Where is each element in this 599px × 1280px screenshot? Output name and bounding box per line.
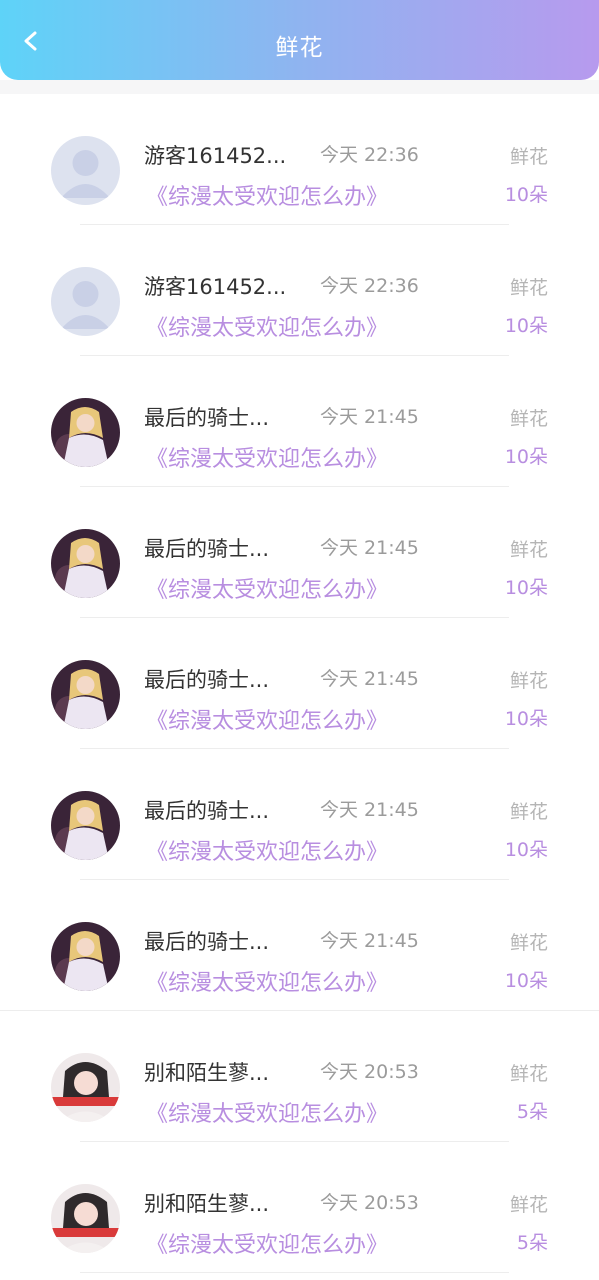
- book-title[interactable]: 《综漫太受欢迎怎么办》: [146, 179, 388, 211]
- user-name: 最后的骑士...: [144, 668, 270, 692]
- avatar[interactable]: [51, 922, 120, 991]
- book-title[interactable]: 《综漫太受欢迎怎么办》: [146, 572, 388, 604]
- list-item[interactable]: 别和陌生蓼... 今天 20:53 《综漫太受欢迎怎么办》 鲜花 5朵: [0, 1011, 599, 1142]
- list-item[interactable]: 游客161452... 今天 22:36 《综漫太受欢迎怎么办》 鲜花 10朵: [0, 94, 599, 225]
- gift-type: 鲜花: [509, 932, 548, 954]
- gift-count: 10朵: [504, 708, 548, 730]
- list-item[interactable]: 最后的骑士... 今天 21:45 《综漫太受欢迎怎么办》 鲜花 10朵: [0, 356, 599, 487]
- avatar[interactable]: [51, 791, 120, 860]
- user-name: 游客161452...: [144, 144, 287, 168]
- gift-count: 10朵: [504, 315, 548, 337]
- list-item[interactable]: 最后的骑士... 今天 21:45 《综漫太受欢迎怎么办》 鲜花 10朵: [0, 487, 599, 618]
- gift-count: 5朵: [516, 1101, 548, 1123]
- avatar[interactable]: [51, 1053, 120, 1122]
- avatar[interactable]: [51, 1184, 120, 1253]
- gift-count: 10朵: [504, 446, 548, 468]
- gift-count: 10朵: [504, 577, 548, 599]
- gift-type: 鲜花: [509, 1063, 548, 1085]
- gift-count: 10朵: [504, 839, 548, 861]
- page-title: 鲜花: [275, 35, 324, 61]
- timestamp: 今天 22:36: [320, 144, 419, 166]
- book-title[interactable]: 《综漫太受欢迎怎么办》: [146, 310, 388, 342]
- book-title[interactable]: 《综漫太受欢迎怎么办》: [146, 834, 388, 866]
- user-name: 别和陌生蓼...: [144, 1192, 270, 1216]
- list-item[interactable]: 最后的骑士... 今天 21:45 《综漫太受欢迎怎么办》 鲜花 10朵: [0, 880, 599, 1011]
- book-title[interactable]: 《综漫太受欢迎怎么办》: [146, 703, 388, 735]
- gift-type: 鲜花: [509, 539, 548, 561]
- book-title[interactable]: 《综漫太受欢迎怎么办》: [146, 1227, 388, 1259]
- avatar[interactable]: [51, 136, 120, 205]
- gift-type: 鲜花: [509, 1194, 548, 1216]
- avatar[interactable]: [51, 267, 120, 336]
- user-name: 最后的骑士...: [144, 799, 270, 823]
- timestamp: 今天 20:53: [320, 1192, 419, 1214]
- list-item[interactable]: 游客161452... 今天 22:36 《综漫太受欢迎怎么办》 鲜花 10朵: [0, 225, 599, 356]
- avatar[interactable]: [51, 398, 120, 467]
- list-item[interactable]: 别和陌生蓼... 今天 20:53 《综漫太受欢迎怎么办》 鲜花 5朵: [0, 1142, 599, 1273]
- user-name: 最后的骑士...: [144, 930, 270, 954]
- book-title[interactable]: 《综漫太受欢迎怎么办》: [146, 441, 388, 473]
- gift-type: 鲜花: [509, 408, 548, 430]
- gift-type: 鲜花: [509, 277, 548, 299]
- timestamp: 今天 21:45: [320, 930, 419, 952]
- list-item[interactable]: 最后的骑士... 今天 21:45 《综漫太受欢迎怎么办》 鲜花 10朵: [0, 618, 599, 749]
- gift-type: 鲜花: [509, 801, 548, 823]
- timestamp: 今天 22:36: [320, 275, 419, 297]
- timestamp: 今天 21:45: [320, 668, 419, 690]
- timestamp: 今天 21:45: [320, 406, 419, 428]
- user-name: 最后的骑士...: [144, 406, 270, 430]
- timestamp: 今天 20:53: [320, 1061, 419, 1083]
- user-name: 别和陌生蓼...: [144, 1061, 270, 1085]
- user-name: 游客161452...: [144, 275, 287, 299]
- timestamp: 今天 21:45: [320, 799, 419, 821]
- gift-type: 鲜花: [509, 146, 548, 168]
- book-title[interactable]: 《综漫太受欢迎怎么办》: [146, 1096, 388, 1128]
- avatar[interactable]: [51, 660, 120, 729]
- divider: [0, 80, 599, 94]
- gift-count: 5朵: [516, 1232, 548, 1254]
- gift-type: 鲜花: [509, 670, 548, 692]
- book-title[interactable]: 《综漫太受欢迎怎么办》: [146, 965, 388, 997]
- user-name: 最后的骑士...: [144, 537, 270, 561]
- header-bar: 鲜花: [0, 0, 599, 80]
- avatar[interactable]: [51, 529, 120, 598]
- gift-count: 10朵: [504, 970, 548, 992]
- list-item[interactable]: 最后的骑士... 今天 21:45 《综漫太受欢迎怎么办》 鲜花 10朵: [0, 749, 599, 880]
- row-divider: [80, 1272, 509, 1273]
- gift-count: 10朵: [504, 184, 548, 206]
- gift-record-list: 游客161452... 今天 22:36 《综漫太受欢迎怎么办》 鲜花 10朵 …: [0, 94, 599, 1273]
- timestamp: 今天 21:45: [320, 537, 419, 559]
